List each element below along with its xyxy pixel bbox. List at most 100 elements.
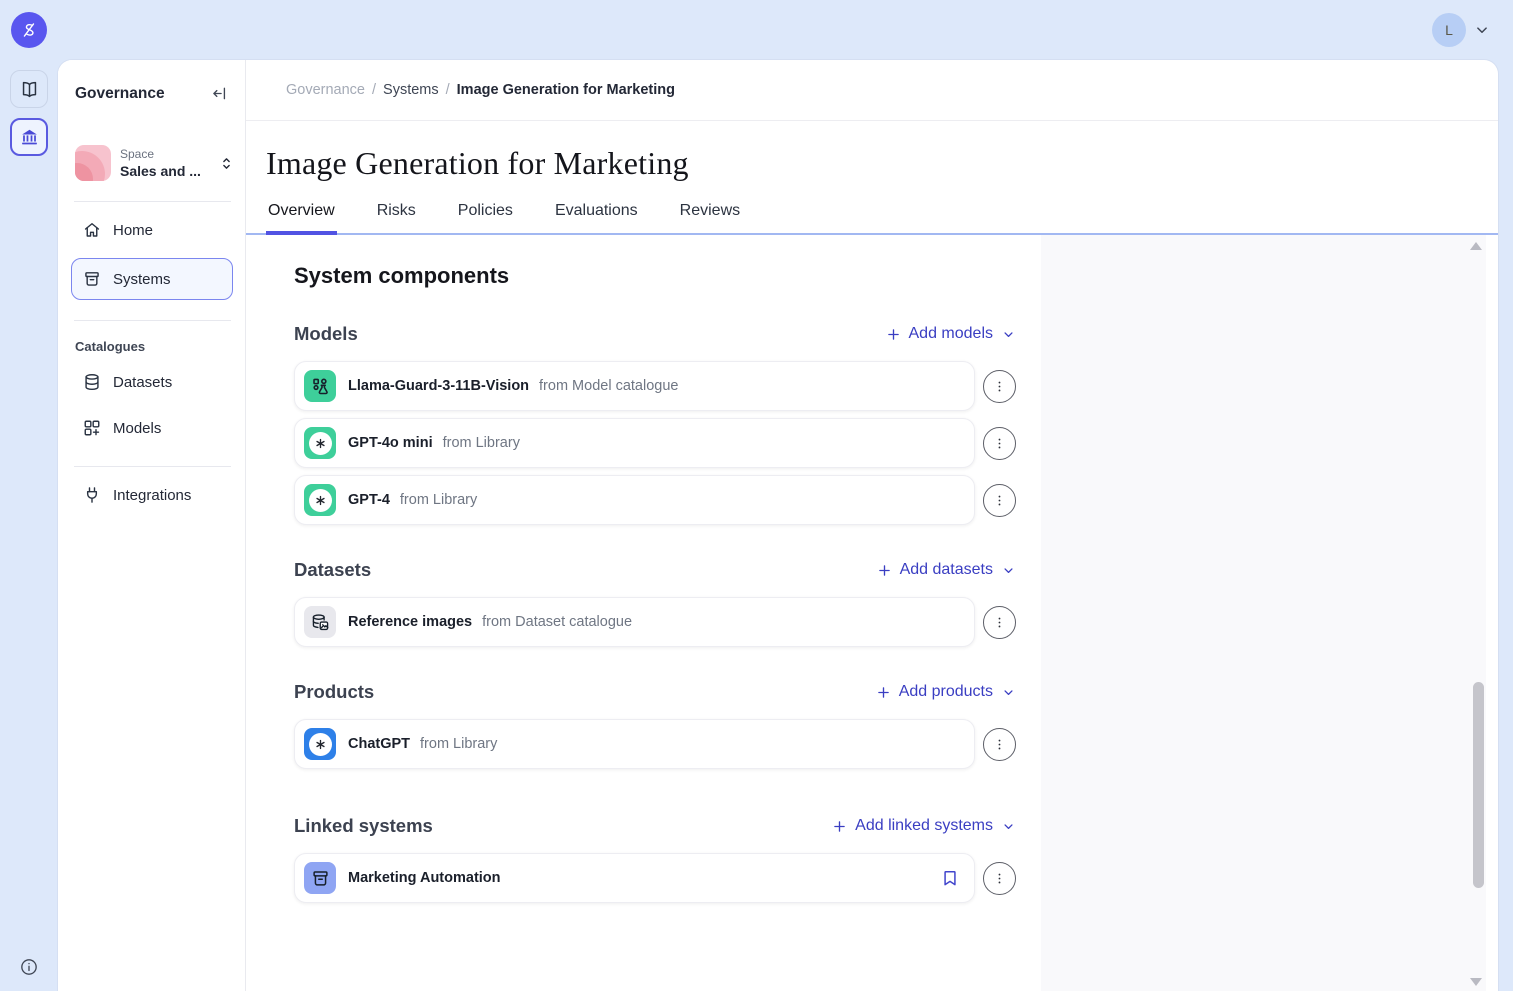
dataset-image-icon — [304, 606, 336, 638]
ellipsis-vertical-icon — [991, 378, 1008, 395]
bookmark-icon[interactable] — [940, 868, 960, 888]
page-title: Image Generation for Marketing — [266, 145, 689, 182]
sidebar-nav: Home Systems Catalogues Datasets Models Integ… — [58, 212, 245, 513]
component-row: GPT-4from Library — [294, 475, 1016, 525]
database-icon — [82, 372, 102, 392]
avatar[interactable]: L — [1432, 13, 1466, 47]
breadcrumb-item-image-generation-for-marketing: Image Generation for Marketing — [457, 82, 675, 98]
card-source: from Dataset catalogue — [482, 614, 632, 630]
component-row: Marketing Automation — [294, 853, 1016, 903]
divider — [74, 320, 231, 321]
ellipsis-vertical-icon — [991, 736, 1008, 753]
space-name: Sales and ... — [120, 163, 209, 179]
breadcrumb: Governance/Systems/Image Generation for … — [246, 60, 1498, 121]
plus-icon — [875, 684, 892, 701]
space-selector[interactable]: Space Sales and ... — [75, 145, 235, 181]
card-menu-button[interactable] — [983, 862, 1016, 895]
plus-icon — [876, 562, 893, 579]
card-title: ChatGPT — [348, 736, 410, 752]
section-datasets: Datasets Add datasets Reference imagesfrom… — [294, 559, 1016, 647]
ellipsis-vertical-icon — [991, 870, 1008, 887]
card-menu-button[interactable] — [983, 427, 1016, 460]
brand-logo[interactable] — [11, 12, 47, 48]
card-gpt-4[interactable]: GPT-4from Library — [294, 475, 975, 525]
add-button-label: Add products — [899, 683, 993, 701]
collapse-sidebar-icon[interactable] — [210, 84, 229, 103]
card-marketing-automation[interactable]: Marketing Automation — [294, 853, 975, 903]
sidebar-item-label: Home — [113, 222, 153, 239]
add-button-label: Add datasets — [900, 561, 993, 579]
card-llama-guard-3-11b-vision[interactable]: Llama-Guard-3-11B-Visionfrom Model catal… — [294, 361, 975, 411]
ellipsis-vertical-icon — [991, 435, 1008, 452]
sidebar-item-systems[interactable]: Systems — [71, 258, 233, 300]
plus-icon — [885, 326, 902, 343]
card-menu-button[interactable] — [983, 728, 1016, 761]
plug-icon — [82, 485, 102, 505]
card-menu-button[interactable] — [983, 606, 1016, 639]
tab-overview[interactable]: Overview — [266, 202, 337, 233]
tab-risks[interactable]: Risks — [375, 202, 418, 233]
system-components-column: System components ModelsAdd modelsLlama-… — [246, 235, 1041, 991]
chevron-down-icon — [1473, 21, 1491, 39]
section-linked-systems: Linked systemsAdd linked systemsMarketin… — [294, 815, 1016, 903]
add-models-button[interactable]: Add models — [885, 325, 1017, 343]
tab-policies[interactable]: Policies — [456, 202, 515, 233]
details-panel — [1041, 235, 1486, 991]
openai-logo-icon — [304, 728, 336, 760]
card-source: from Library — [400, 492, 477, 508]
component-row: Reference imagesfrom Dataset catalogue — [294, 597, 1016, 647]
breadcrumb-item-systems[interactable]: Systems — [383, 82, 439, 98]
home-icon — [82, 220, 102, 240]
ellipsis-vertical-icon — [991, 492, 1008, 509]
section-products: ProductsAdd productsChatGPTfrom Library — [294, 681, 1016, 769]
sidebar-item-integrations[interactable]: Integrations — [71, 477, 233, 513]
card-menu-button[interactable] — [983, 370, 1016, 403]
card-source: from Library — [443, 435, 520, 451]
sidebar-item-datasets[interactable]: Datasets — [71, 364, 233, 400]
chevron-down-icon — [1001, 327, 1016, 342]
add-datasets-button[interactable]: Add datasets — [876, 561, 1016, 579]
main-panel: Governance/Systems/Image Generation for … — [246, 60, 1498, 991]
openai-logo-icon — [304, 427, 336, 459]
sidebar-title: Governance — [75, 85, 165, 103]
component-row: Llama-Guard-3-11B-Visionfrom Model catal… — [294, 361, 1016, 411]
card-reference-images[interactable]: Reference imagesfrom Dataset catalogue — [294, 597, 975, 647]
user-menu[interactable]: L — [1432, 13, 1491, 47]
add-button-label: Add models — [909, 325, 994, 343]
component-row: GPT-4o minifrom Library — [294, 418, 1016, 468]
unfold-icon — [218, 155, 235, 172]
title-dropdown-chevron-icon[interactable] — [705, 158, 725, 178]
info-icon[interactable] — [19, 957, 39, 977]
sidebar-item-home[interactable]: Home — [71, 212, 233, 248]
library-rail-button[interactable] — [10, 70, 48, 108]
scrollbar-thumb[interactable] — [1473, 682, 1484, 888]
tab-reviews[interactable]: Reviews — [678, 202, 742, 233]
systems-box-icon — [82, 269, 102, 289]
sidebar-item-label: Models — [113, 420, 161, 437]
systems-box-icon — [304, 862, 336, 894]
sidebar: Governance Space Sales and ... Home Syste… — [58, 60, 246, 991]
sidebar-item-label: Datasets — [113, 374, 172, 391]
card-menu-button[interactable] — [983, 484, 1016, 517]
sidebar-section-label: Catalogues — [75, 339, 245, 354]
scroll-up-button[interactable] — [1470, 242, 1482, 250]
divider — [74, 201, 231, 202]
add-products-button[interactable]: Add products — [875, 683, 1016, 701]
card-gpt-4o-mini[interactable]: GPT-4o minifrom Library — [294, 418, 975, 468]
card-chatgpt[interactable]: ChatGPT from Library — [294, 719, 975, 769]
tab-evaluations[interactable]: Evaluations — [553, 202, 640, 233]
models-grid-icon — [82, 418, 102, 438]
breadcrumb-item-governance[interactable]: Governance — [286, 82, 365, 98]
bank-icon — [19, 127, 40, 148]
add-button-label: Add linked systems — [855, 817, 993, 835]
add-linked-systems-button[interactable]: Add linked systems — [831, 817, 1016, 835]
sidebar-item-models[interactable]: Models — [71, 410, 233, 446]
section-title: Datasets — [294, 559, 371, 581]
scroll-down-button[interactable] — [1470, 978, 1482, 986]
openai-logo-icon — [304, 484, 336, 516]
workspace-panel: Governance Space Sales and ... Home Syste… — [58, 60, 1498, 991]
governance-rail-button[interactable] — [10, 118, 48, 156]
card-source: from Library — [420, 736, 497, 752]
chevron-down-icon — [1001, 819, 1016, 834]
book-icon — [19, 79, 40, 100]
